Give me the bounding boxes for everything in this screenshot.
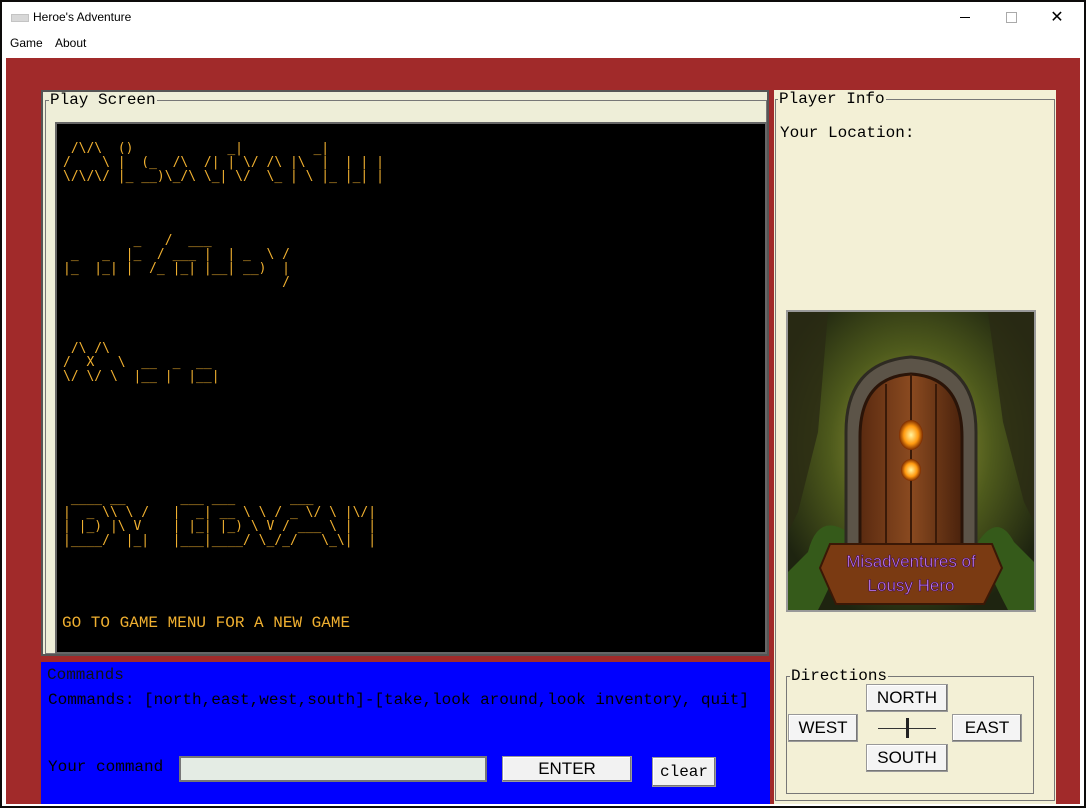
commands-panel: Commands Commands: [north,east,west,sout… <box>41 662 770 804</box>
directions-panel: Directions NORTH WEST EAST SOUTH <box>786 666 1038 794</box>
north-button[interactable]: NORTH <box>866 684 948 712</box>
maximize-button[interactable] <box>988 2 1034 32</box>
door-illustration: Misadventures of Lousy Hero <box>788 312 1034 610</box>
ascii-line: _ _ |_ / ___ | | _ \ / <box>63 247 290 262</box>
close-icon: ✕ <box>1050 7 1064 26</box>
ascii-line: / <box>63 275 290 290</box>
ascii-line: / \ | (_ /\ /| | \/ /\ |\ | | | | <box>63 155 384 170</box>
image-caption-line1: Misadventures of <box>846 552 976 571</box>
directions-title: Directions <box>790 667 889 685</box>
commands-title: Commands <box>47 666 124 684</box>
menu-bar: Game About <box>2 32 1084 54</box>
ascii-line: /\ /\ <box>63 341 110 356</box>
command-input-label: Your command <box>48 758 164 776</box>
player-info-panel: Player Info Your Location: Misadventures… <box>774 90 1056 804</box>
image-caption-line2: Lousy Hero <box>868 576 955 595</box>
title-bar: Heroe's Adventure ✕ <box>2 2 1084 32</box>
play-screen-title: Play Screen <box>49 91 157 109</box>
menu-game[interactable]: Game <box>10 36 43 50</box>
minimize-icon <box>960 16 970 18</box>
ascii-line: | _ \\ \ / | _| __ \ \ / _ \/ \ |\/| <box>63 505 377 520</box>
ascii-line: |_ |_| | /_ |_| |__| __) | <box>63 261 290 276</box>
new-game-hint: GO TO GAME MENU FOR A NEW GAME <box>62 614 351 632</box>
app-icon <box>11 14 29 22</box>
player-info-title: Player Info <box>778 90 886 108</box>
window-title: Heroe's Adventure <box>33 10 132 24</box>
ascii-line: ____ __ ___ ___ ___ <box>63 491 314 506</box>
app-window: Heroe's Adventure ✕ Game About Play Scre… <box>2 2 1084 806</box>
play-screen-panel: Play Screen /\/\ () _| _| / \ | (_ /\ /|… <box>41 90 769 656</box>
enter-button[interactable]: ENTER <box>502 756 632 782</box>
south-button[interactable]: SOUTH <box>866 744 948 772</box>
close-button[interactable]: ✕ <box>1034 2 1080 32</box>
game-cover-image: Misadventures of Lousy Hero <box>786 310 1036 612</box>
east-button[interactable]: EAST <box>952 714 1022 742</box>
maximize-icon <box>1005 11 1017 23</box>
game-output-screen: /\/\ () _| _| / \ | (_ /\ /| | \/ /\ |\ … <box>55 122 767 654</box>
ascii-line: / X \ __ _ __ <box>63 355 212 370</box>
ascii-line: \/ \/ \ |__ | |__| <box>63 369 220 384</box>
menu-about[interactable]: About <box>55 36 86 50</box>
ascii-line: \/\/\/ |_ __)\_/\ \_| \/ \_ | \ |_ |_| | <box>63 169 384 184</box>
ascii-line: /\/\ () _| _| <box>63 141 369 156</box>
west-button[interactable]: WEST <box>788 714 858 742</box>
location-label: Your Location: <box>780 124 915 142</box>
ascii-line: |____/ |_| |___|____/ \_/_/ \_\| | <box>63 533 377 548</box>
ascii-line: | |_) |\ V | |_| |_) \ V / ___ \ | | <box>63 519 377 534</box>
main-frame: Play Screen /\/\ () _| _| / \ | (_ /\ /|… <box>6 58 1080 804</box>
clear-button[interactable]: clear <box>652 757 716 787</box>
compass-slider-thumb <box>906 718 909 738</box>
commands-help-text: Commands: [north,east,west,south]-[take,… <box>48 691 749 709</box>
minimize-button[interactable] <box>942 2 988 32</box>
command-input[interactable] <box>179 756 487 782</box>
ascii-line: _ / ___ <box>63 233 212 248</box>
